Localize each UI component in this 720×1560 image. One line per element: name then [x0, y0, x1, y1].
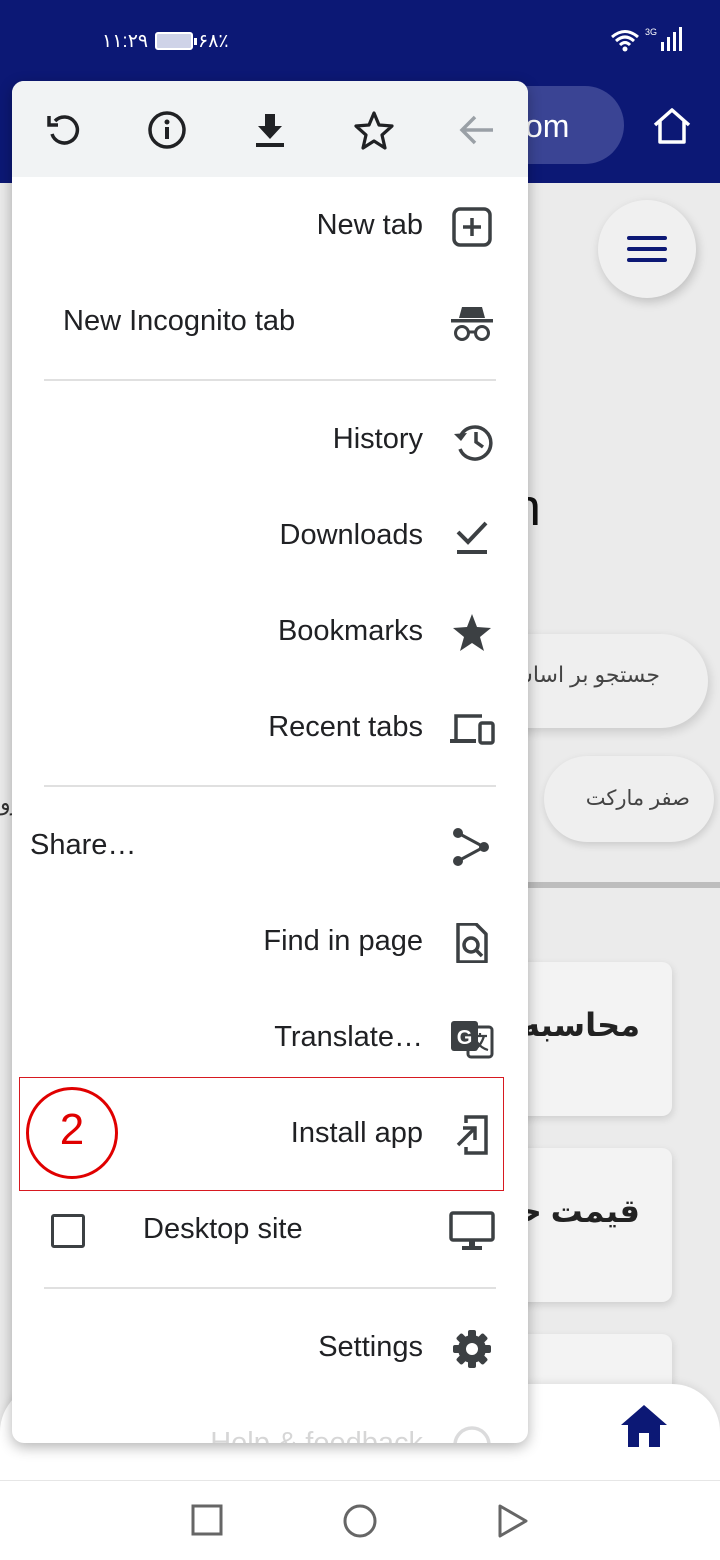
new-tab-icon: [452, 207, 492, 247]
back-triangle-icon[interactable]: [496, 1503, 530, 1539]
menu-item-label: Downloads: [279, 519, 423, 551]
menu-divider: [44, 785, 496, 787]
gear-icon: [453, 1330, 491, 1368]
svg-text:G: G: [457, 1027, 473, 1049]
menu-item-label: New tab: [316, 209, 423, 241]
url-text: om: [525, 108, 570, 144]
hamburger-icon: [627, 236, 667, 262]
menu-toolbar: [12, 81, 528, 177]
menu-item-help-feedback[interactable]: Help & feedback: [12, 1397, 528, 1443]
wifi-icon: [611, 30, 639, 52]
signal-icon: 3G: [645, 27, 682, 51]
home-circle-icon[interactable]: [342, 1503, 378, 1539]
bottom-home-icon[interactable]: [619, 1403, 669, 1449]
menu-item-settings[interactable]: Settings: [12, 1301, 528, 1397]
desktop-site-checkbox[interactable]: [51, 1214, 85, 1248]
menu-item-label: Settings: [318, 1331, 423, 1363]
menu-item-label: Bookmarks: [277, 615, 423, 647]
translate-icon: G: [451, 1021, 494, 1059]
annotation-step-number: 2: [59, 1105, 85, 1154]
share-icon: [453, 828, 489, 866]
menu-item-recent-tabs[interactable]: Recent tabs: [12, 681, 528, 777]
menu-item-label: New Incognito tab: [63, 305, 296, 337]
devices-icon: [450, 714, 495, 745]
menu-item-label: Share…: [30, 829, 137, 861]
menu-item-share[interactable]: Share…: [12, 799, 528, 895]
menu-item-desktop-site[interactable]: Desktop site: [12, 1183, 528, 1279]
help-icon: [453, 1426, 491, 1443]
history-icon: [454, 425, 493, 461]
back-arrow-icon[interactable]: [457, 110, 497, 150]
info-icon[interactable]: [147, 110, 187, 150]
menu-item-label: Desktop site: [143, 1213, 303, 1245]
menu-item-find-in-page[interactable]: Find in page: [12, 895, 528, 991]
downloads-check-icon: [456, 521, 488, 554]
menu-item-label: Help & feedback: [210, 1427, 423, 1443]
menu-item-bookmarks[interactable]: Bookmarks: [12, 585, 528, 681]
category-chip-label: صفر مارکت: [585, 787, 690, 810]
find-in-page-icon: [456, 923, 488, 963]
bookmark-star-icon[interactable]: [354, 110, 394, 150]
desktop-icon: [449, 1211, 495, 1250]
menu-item-label: Recent tabs: [268, 711, 423, 743]
incognito-icon: [451, 307, 493, 341]
menu-item-translate[interactable]: Translate… G: [12, 991, 528, 1087]
section-divider: [527, 882, 720, 888]
menu-item-history[interactable]: History: [12, 393, 528, 489]
menu-item-new-incognito-tab[interactable]: New Incognito tab: [12, 275, 528, 371]
menu-item-new-tab[interactable]: New tab: [12, 179, 528, 275]
network-type: 3G: [645, 27, 657, 37]
menu-item-label: Find in page: [263, 925, 423, 957]
browser-overflow-menu: New tab New Incognito tab History Downlo…: [12, 81, 528, 1443]
hamburger-menu-button[interactable]: [598, 200, 696, 298]
menu-item-downloads[interactable]: Downloads: [12, 489, 528, 585]
reload-icon[interactable]: [44, 110, 84, 150]
home-icon[interactable]: [650, 104, 694, 148]
menu-divider: [44, 1287, 496, 1289]
star-icon: [453, 614, 491, 651]
status-time: ۱۱:۲۹: [102, 31, 149, 52]
battery-level: ۶۸٪: [198, 31, 229, 52]
menu-item-label: History: [332, 423, 423, 455]
menu-item-label: Translate…: [274, 1021, 423, 1053]
menu-divider: [44, 379, 496, 381]
battery-icon: [155, 32, 197, 50]
recents-square-icon[interactable]: [190, 1503, 224, 1537]
download-icon[interactable]: [250, 110, 290, 150]
